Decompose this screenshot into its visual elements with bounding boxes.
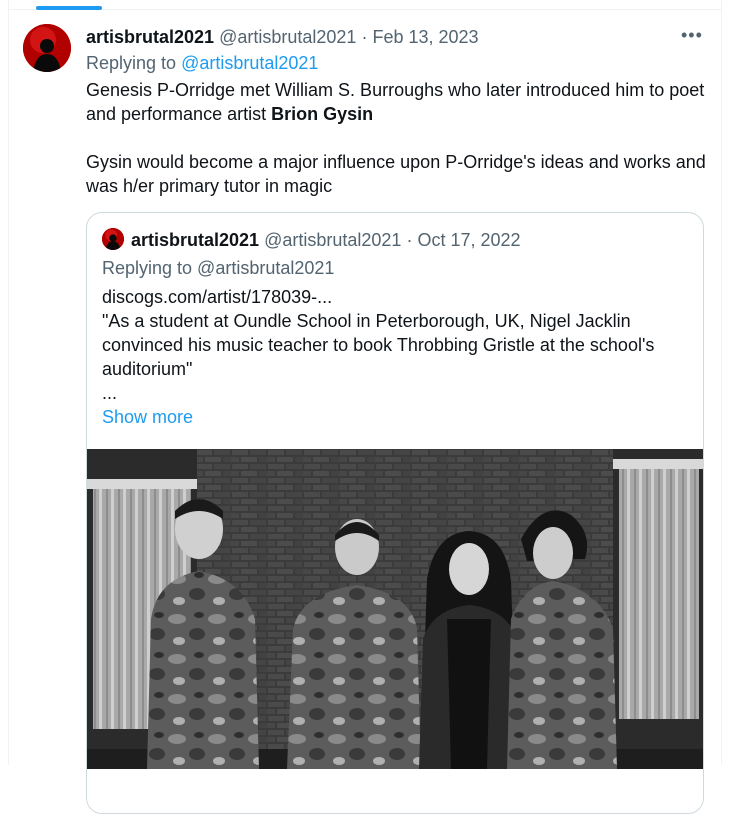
band-photo-image — [87, 449, 703, 769]
quoted-tweet[interactable]: artisbrutal2021 @artisbrutal2021 · Oct 1… — [86, 212, 704, 814]
quoted-replying-to: Replying to @artisbrutal2021 — [102, 258, 335, 278]
tweet-bold-name: Brion Gysin — [271, 104, 374, 124]
replying-to-label: Replying to — [86, 53, 177, 73]
avatar[interactable] — [23, 24, 71, 72]
top-divider — [8, 9, 722, 10]
replying-to: Replying to @artisbrutal2021 — [86, 52, 318, 74]
frame-border-right — [721, 0, 722, 765]
quoted-avatar-image — [102, 228, 124, 250]
quoted-date: Oct 17, 2022 — [417, 230, 521, 250]
separator-dot: · — [361, 27, 368, 47]
quoted-header: artisbrutal2021 @artisbrutal2021 · Oct 1… — [131, 229, 521, 251]
quoted-text: discogs.com/artist/178039-... "As a stud… — [102, 285, 692, 405]
quoted-ellipsis: ... — [102, 383, 118, 403]
frame-border-left — [8, 0, 9, 765]
replying-to-handle[interactable]: @artisbrutal2021 — [181, 53, 318, 73]
user-handle[interactable]: @artisbrutal2021 — [219, 27, 356, 47]
tweet-paragraph-2: Gysin would become a major influence upo… — [86, 152, 706, 196]
tab-indicator — [36, 6, 102, 10]
show-more-link[interactable]: Show more — [102, 405, 193, 429]
quoted-link-text: discogs.com/artist/178039-... — [102, 287, 333, 307]
quoted-photo[interactable] — [87, 449, 703, 769]
quoted-handle: @artisbrutal2021 — [264, 230, 402, 250]
tweet-text-part: Genesis P-Orridge met William S. Burroug… — [86, 80, 705, 124]
quoted-display-name: artisbrutal2021 — [131, 230, 260, 250]
tweet-text: Genesis P-Orridge met William S. Burroug… — [86, 78, 706, 198]
more-horizontal-icon[interactable]: ••• — [681, 26, 702, 46]
quoted-separator: · — [406, 230, 413, 250]
tweet-date[interactable]: Feb 13, 2023 — [372, 27, 478, 47]
tweet-paragraph-1: Genesis P-Orridge met William S. Burroug… — [86, 78, 706, 126]
tweet-header: artisbrutal2021 @artisbrutal2021 · Feb 1… — [86, 26, 479, 48]
display-name[interactable]: artisbrutal2021 — [86, 27, 214, 47]
quoted-quote-text: "As a student at Oundle School in Peterb… — [102, 311, 655, 379]
quoted-avatar — [102, 228, 124, 250]
avatar-image — [23, 24, 71, 72]
